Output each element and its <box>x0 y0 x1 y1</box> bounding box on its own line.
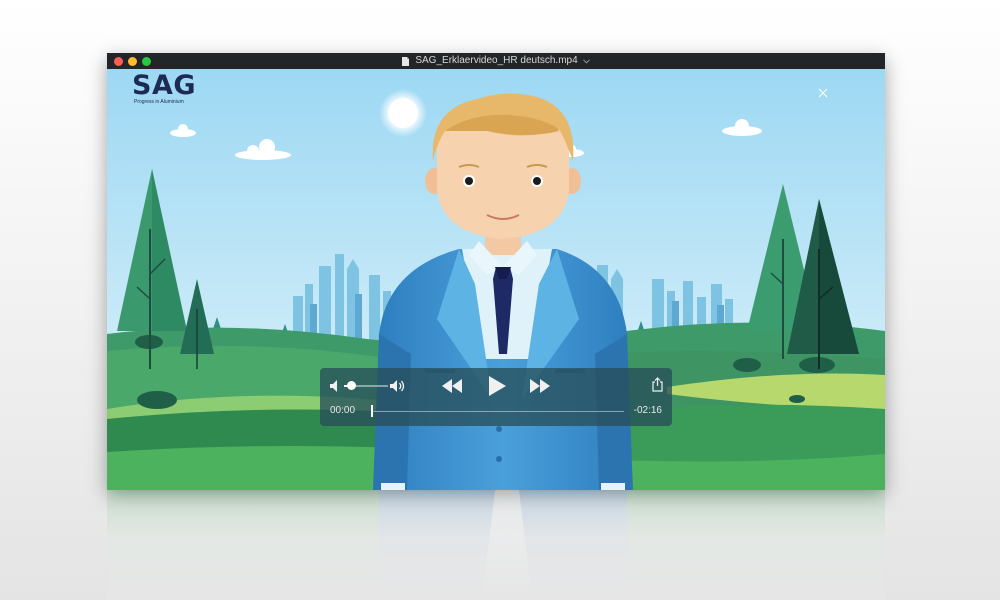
volume-high-icon[interactable] <box>390 379 408 393</box>
volume-slider-knob[interactable] <box>346 381 356 390</box>
current-time: 00:00 <box>330 405 356 416</box>
title-bar[interactable]: SAG_Erklaervideo_HR deutsch.mp4 <box>107 53 885 69</box>
volume-low-icon[interactable] <box>330 380 340 392</box>
chevron-down-icon[interactable] <box>583 58 591 64</box>
document-icon <box>401 56 409 66</box>
window-title-group[interactable]: SAG_Erklaervideo_HR deutsch.mp4 <box>107 55 885 68</box>
rewind-icon[interactable] <box>442 379 462 393</box>
seek-bar-playhead[interactable] <box>371 405 373 417</box>
seek-bar[interactable] <box>372 411 624 412</box>
fast-forward-icon[interactable] <box>530 379 550 393</box>
remaining-time: -02:16 <box>633 405 662 416</box>
window-reflection <box>107 490 885 600</box>
reflection-fade <box>107 490 885 600</box>
play-icon[interactable] <box>488 376 506 396</box>
playback-controls: 00:00 -02:16 <box>320 368 672 426</box>
video-player-window: SAG_Erklaervideo_HR deutsch.mp4 SAG Prog… <box>107 53 885 490</box>
logo-wordmark: SAG <box>132 70 197 101</box>
animated-scene-illustration <box>107 69 885 490</box>
share-icon[interactable] <box>652 377 663 392</box>
video-frame[interactable]: SAG Progress in Aluminium 00:00 -02:16 <box>107 69 885 490</box>
sag-logo: SAG Progress in Aluminium <box>132 70 197 106</box>
window-title: SAG_Erklaervideo_HR deutsch.mp4 <box>415 55 578 66</box>
